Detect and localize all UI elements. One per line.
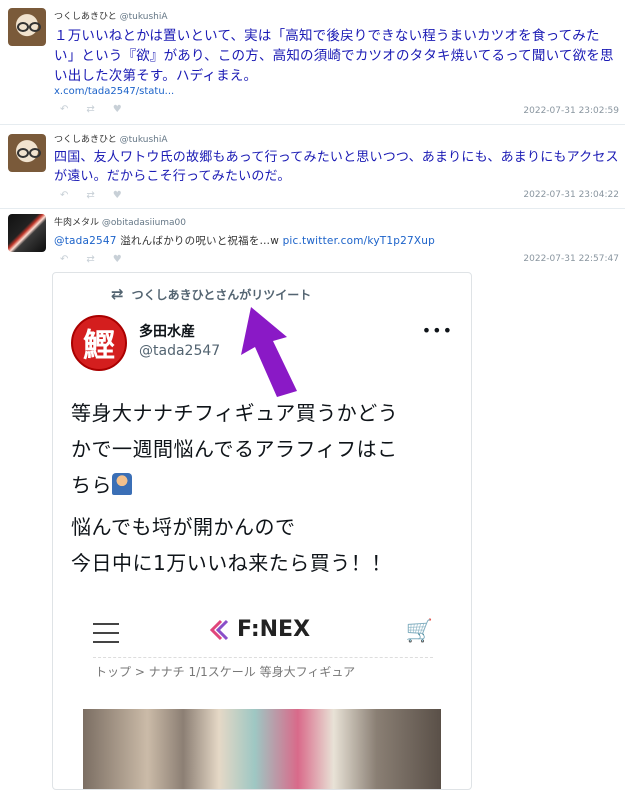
logo-mark-icon	[209, 619, 229, 640]
avatar[interactable]	[8, 134, 46, 172]
tweet-meta: 牛肉メタル @obitadasiiuma00	[54, 215, 186, 228]
timestamp: 2022-07-31 22:57:47	[523, 254, 619, 264]
retweet-label: つくしあきひとさんがリツイート	[131, 287, 312, 302]
cart-icon: 🛒	[405, 619, 433, 644]
tweet-2: つくしあきひと @tukushiA 四国、友人ワトウ氏の故郷もあって行ってみたい…	[0, 124, 625, 208]
like-icon[interactable]: ♥	[113, 104, 122, 115]
timestamp: 2022-07-31 23:04:22	[523, 190, 619, 200]
post-line: 悩んでも埒が開かんので	[71, 515, 296, 539]
retweet-banner: ⇄ つくしあきひとさんがリツイート	[111, 285, 311, 303]
reply-icon[interactable]: ↶	[60, 254, 68, 265]
account-avatar: 鰹	[71, 315, 127, 371]
account-handle: @tada2547	[139, 343, 221, 359]
tweet-3: 牛肉メタル @obitadasiiuma00 @tada2547 溢れんばかりの…	[0, 208, 625, 270]
account-name: 多田水産	[139, 324, 195, 340]
product-photo	[83, 709, 441, 789]
handle[interactable]: @obitadasiiuma00	[102, 218, 186, 228]
tweet-meta: つくしあきひと @tukushiA	[54, 132, 168, 145]
embedded-image[interactable]: ⇄ つくしあきひとさんがリツイート 鰹 多田水産 @tada2547 ••• 等…	[52, 272, 472, 790]
person-tipping-hand-icon	[112, 473, 132, 495]
post-line-emoji: ちら	[71, 467, 463, 503]
tweet-actions: ↶ ⇄ ♥	[60, 254, 122, 265]
display-name[interactable]: 牛肉メタル	[54, 218, 99, 228]
arrow-annotation	[241, 307, 297, 397]
like-icon[interactable]: ♥	[113, 190, 122, 201]
breadcrumb: トップ > ナナチ 1/1スケール 等身大フィギュア	[95, 665, 356, 679]
retweet-icon[interactable]: ⇄	[86, 190, 94, 201]
handle[interactable]: @tukushiA	[120, 12, 168, 22]
post-line: かで一週間悩んでるアラフィフはこ	[71, 437, 398, 461]
reply-icon[interactable]: ↶	[60, 104, 68, 115]
more-icon: •••	[421, 321, 453, 340]
retweet-icon[interactable]: ⇄	[86, 104, 94, 115]
tweet-meta: つくしあきひと @tukushiA	[54, 9, 168, 22]
display-name[interactable]: つくしあきひと	[54, 12, 117, 22]
mention-link[interactable]: @tada2547	[54, 235, 117, 247]
post-line: 今日中に1万いいね来たら買う！！	[71, 551, 392, 575]
avatar[interactable]	[8, 8, 46, 46]
post-line: 等身大ナナチフィギュア買うかどう	[71, 401, 399, 425]
post-line: ちら	[71, 473, 112, 497]
tweet-actions: ↶ ⇄ ♥	[60, 104, 122, 115]
pic-link[interactable]: pic.twitter.com/kyT1p27Xup	[283, 235, 435, 247]
tweet-text: 四国、友人ワトウ氏の故郷もあって行ってみたいと思いつつ、あまりにも、あまりにもア…	[54, 150, 619, 184]
tweet-link[interactable]: x.com/tada2547/statu...	[54, 86, 174, 97]
retweet-icon: ⇄	[111, 285, 124, 303]
reply-icon[interactable]: ↶	[60, 190, 68, 201]
avatar[interactable]	[8, 214, 46, 252]
logo-text: F:NEX	[237, 617, 311, 642]
site-header: F:NEX 🛒	[93, 613, 433, 653]
tweet-plain-text: 溢れんばかりの呪いと祝福を…w	[116, 235, 283, 247]
tweet-actions: ↶ ⇄ ♥	[60, 190, 122, 201]
retweet-icon[interactable]: ⇄	[86, 254, 94, 265]
tweet-text: １万いいねとかは置いといて、実は「高知で後戻りできない程うまいカツオを食ってみた…	[54, 28, 614, 84]
hamburger-icon	[93, 623, 119, 650]
like-icon[interactable]: ♥	[113, 254, 122, 265]
divider	[93, 657, 433, 658]
handle[interactable]: @tukushiA	[120, 135, 168, 145]
timestamp: 2022-07-31 23:02:59	[523, 106, 619, 116]
display-name[interactable]: つくしあきひと	[54, 135, 117, 145]
site-logo: F:NEX	[209, 617, 310, 642]
tweet-text: @tada2547 溢れんばかりの呪いと祝福を…w pic.twitter.co…	[54, 232, 619, 251]
tweet-1: つくしあきひと @tukushiA １万いいねとかは置いといて、実は「高知で後戻…	[0, 0, 625, 124]
